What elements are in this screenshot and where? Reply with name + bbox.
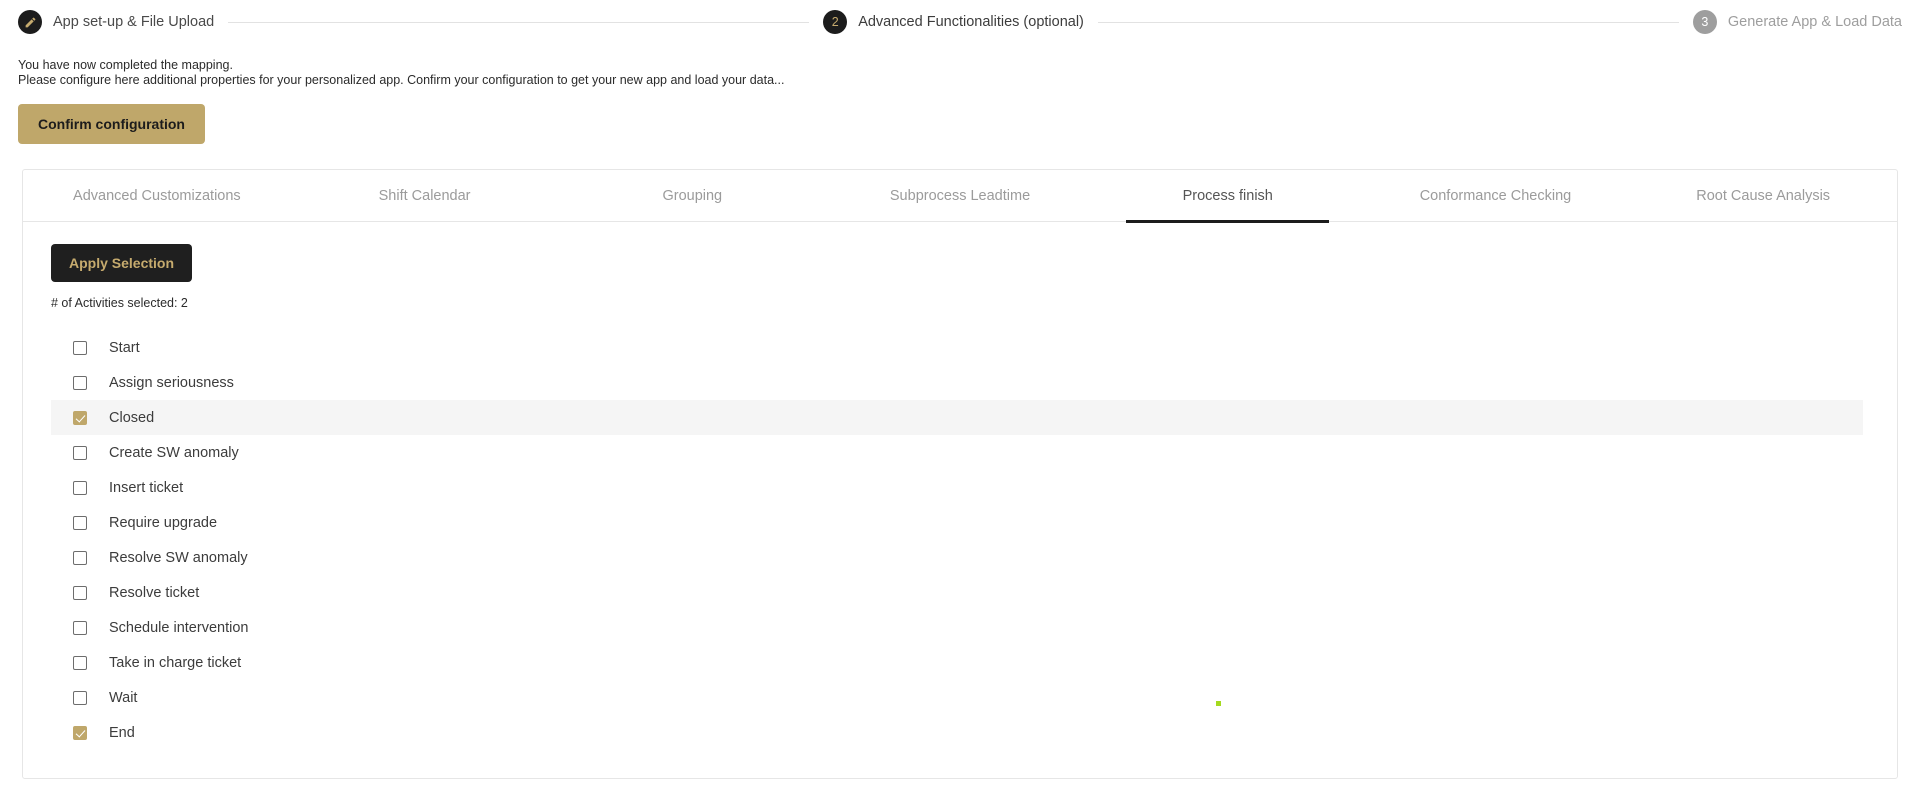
activity-label: Create SW anomaly xyxy=(109,444,239,461)
activity-row-wait[interactable]: Wait xyxy=(51,680,1863,715)
activity-label: End xyxy=(109,724,135,741)
configuration-card: Advanced Customizations Shift Calendar G… xyxy=(22,169,1898,779)
process-finish-panel: Apply Selection # of Activities selected… xyxy=(23,222,1897,750)
activity-label: Take in charge ticket xyxy=(109,654,242,671)
activity-label: Start xyxy=(109,339,140,356)
activity-row-take-in-charge-ticket[interactable]: Take in charge ticket xyxy=(51,645,1863,680)
wizard-stepper: App set-up & File Upload 2 Advanced Func… xyxy=(0,0,1920,44)
tab-grouping[interactable]: Grouping xyxy=(558,170,826,222)
checkbox-schedule-intervention[interactable] xyxy=(73,620,87,635)
step-3-label: Generate App & Load Data xyxy=(1727,14,1902,30)
activity-checkbox-list: Start Assign seriousness Closed Create S… xyxy=(51,330,1869,750)
activity-row-resolve-ticket[interactable]: Resolve ticket xyxy=(51,575,1863,610)
activity-label: Assign seriousness xyxy=(109,374,234,391)
step-1-label: App set-up & File Upload xyxy=(53,14,215,30)
step-1-marker xyxy=(18,10,42,34)
tab-subprocess-leadtime[interactable]: Subprocess Leadtime xyxy=(826,170,1094,222)
activity-row-create-sw-anomaly[interactable]: Create SW anomaly xyxy=(51,435,1863,470)
selected-activities-count: # of Activities selected: 2 xyxy=(51,296,188,310)
tab-shift-calendar[interactable]: Shift Calendar xyxy=(291,170,559,222)
activity-label: Closed xyxy=(109,409,155,426)
activity-row-assign-seriousness[interactable]: Assign seriousness xyxy=(51,365,1863,400)
activity-row-end[interactable]: End xyxy=(51,715,1863,750)
step-advanced-functionalities[interactable]: 2 Advanced Functionalities (optional) xyxy=(823,10,1084,34)
checkbox-end[interactable] xyxy=(73,725,87,740)
checkbox-insert-ticket[interactable] xyxy=(73,480,87,495)
activity-row-require-upgrade[interactable]: Require upgrade xyxy=(51,505,1863,540)
checkbox-create-sw-anomaly[interactable] xyxy=(73,445,87,460)
checkbox-assign-seriousness[interactable] xyxy=(73,375,87,390)
activity-row-resolve-sw-anomaly[interactable]: Resolve SW anomaly xyxy=(51,540,1863,575)
step-3-marker: 3 xyxy=(1692,10,1717,34)
activity-label: Insert ticket xyxy=(109,479,184,496)
step-2-marker: 2 xyxy=(823,10,848,34)
activity-label: Schedule intervention xyxy=(109,619,249,636)
activity-row-start[interactable]: Start xyxy=(51,330,1863,365)
checkbox-closed[interactable] xyxy=(73,410,87,425)
checkbox-take-in-charge-ticket[interactable] xyxy=(73,655,87,670)
activity-row-insert-ticket[interactable]: Insert ticket xyxy=(51,470,1863,505)
activity-row-schedule-intervention[interactable]: Schedule intervention xyxy=(51,610,1863,645)
tab-conformance-checking[interactable]: Conformance Checking xyxy=(1362,170,1630,222)
intro-block: You have now completed the mapping. Plea… xyxy=(0,44,1920,88)
intro-line-1: You have now completed the mapping. xyxy=(18,58,233,72)
activity-row-closed[interactable]: Closed xyxy=(51,400,1863,435)
activity-label: Resolve SW anomaly xyxy=(109,549,248,566)
tab-process-finish[interactable]: Process finish xyxy=(1094,170,1362,223)
step-app-setup[interactable]: App set-up & File Upload xyxy=(18,10,214,34)
tab-bar: Advanced Customizations Shift Calendar G… xyxy=(23,170,1897,223)
tab-root-cause-analysis[interactable]: Root Cause Analysis xyxy=(1629,170,1897,222)
stepper-connector-2 xyxy=(1097,21,1679,23)
step-generate-app[interactable]: 3 Generate App & Load Data xyxy=(1692,10,1902,34)
stepper-connector-1 xyxy=(228,21,810,23)
checkbox-require-upgrade[interactable] xyxy=(73,515,87,530)
tab-advanced-customizations[interactable]: Advanced Customizations xyxy=(23,170,291,222)
activity-label: Require upgrade xyxy=(109,514,218,531)
activity-label: Wait xyxy=(109,689,138,706)
step-2-label: Advanced Functionalities (optional) xyxy=(858,14,1084,30)
checkbox-resolve-sw-anomaly[interactable] xyxy=(73,550,87,565)
intro-line-2: Please configure here additional propert… xyxy=(18,73,785,87)
confirm-configuration-button[interactable]: Confirm configuration xyxy=(18,104,205,144)
checkbox-wait[interactable] xyxy=(73,690,87,705)
checkbox-start[interactable] xyxy=(73,340,87,355)
checkbox-resolve-ticket[interactable] xyxy=(73,585,87,600)
apply-selection-button[interactable]: Apply Selection xyxy=(51,244,193,282)
pencil-icon xyxy=(25,17,35,27)
activity-label: Resolve ticket xyxy=(109,584,200,601)
status-dot-icon xyxy=(1216,701,1221,706)
